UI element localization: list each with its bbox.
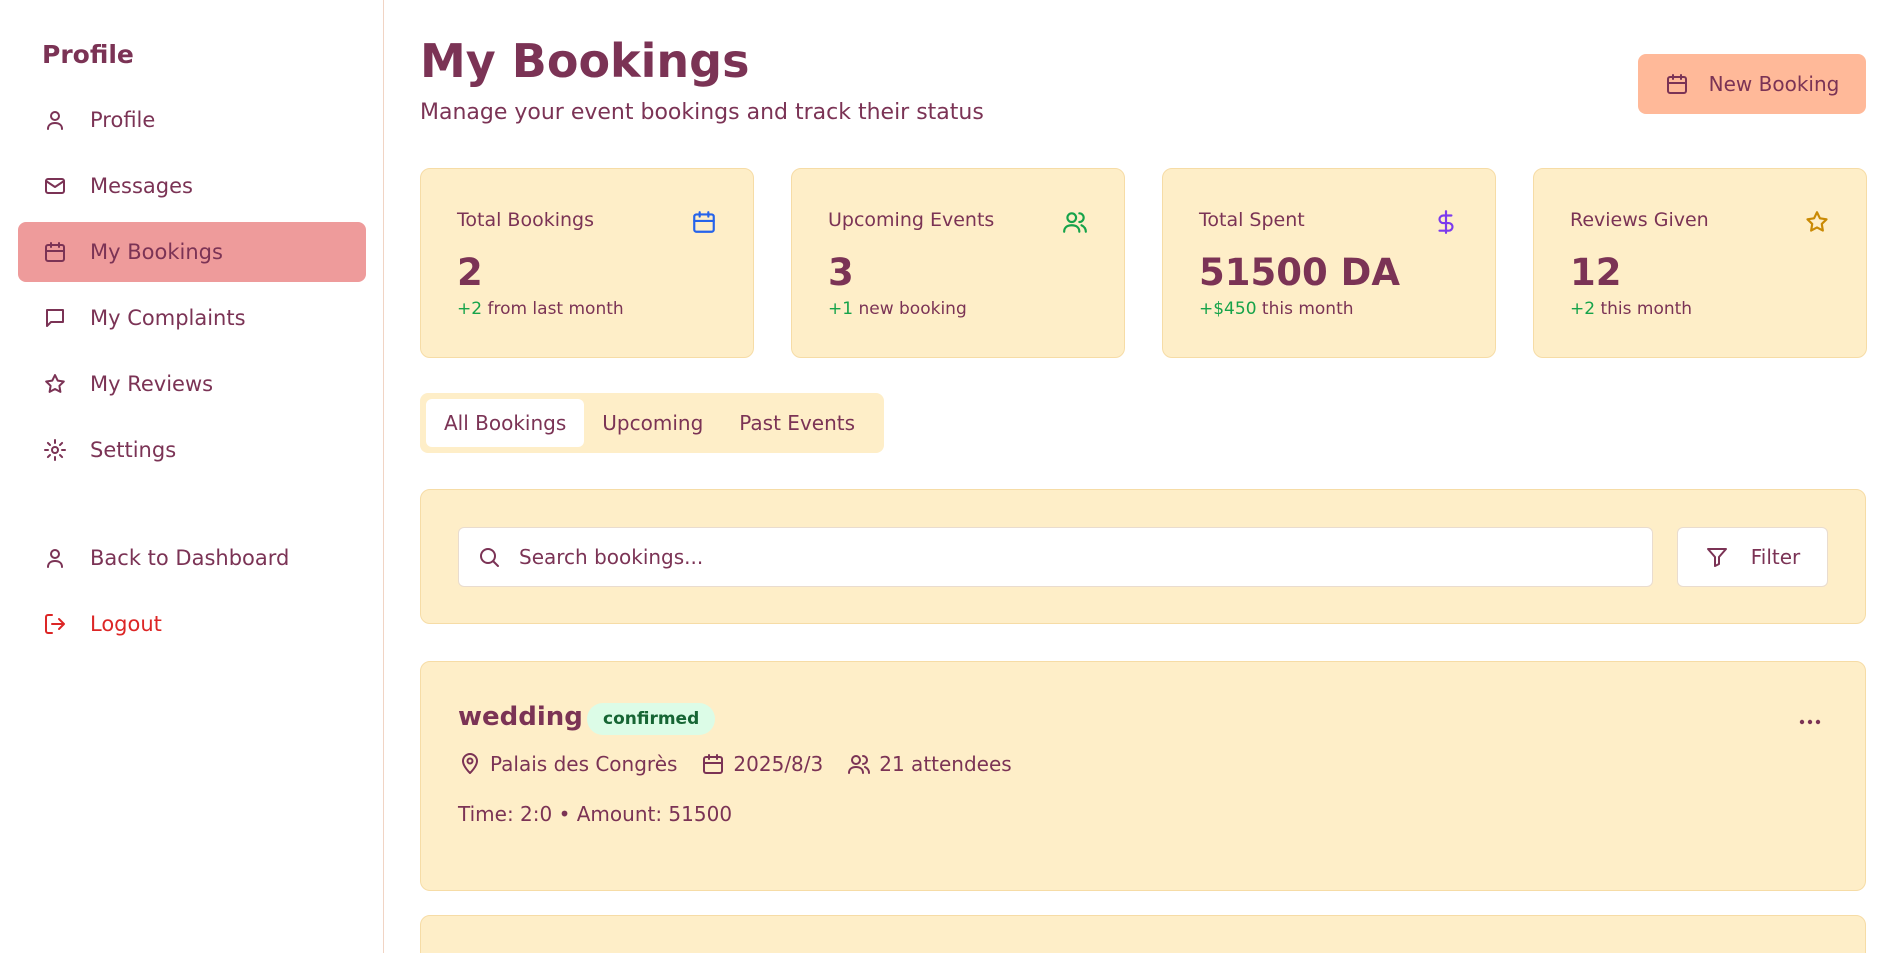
stat-value: 51500 DA: [1199, 251, 1400, 294]
sidebar-item-label: My Reviews: [90, 372, 214, 396]
booking-card[interactable]: wedding confirmed Palais des Congrès 202…: [420, 661, 1866, 891]
logout-label: Logout: [90, 612, 162, 636]
sidebar-item-my-reviews[interactable]: My Reviews: [18, 354, 366, 414]
stat-suffix: this month: [1256, 299, 1354, 319]
stat-label: Upcoming Events: [828, 209, 995, 231]
booking-meta: Palais des Congrès 2025/8/3 21 attendees: [458, 752, 1036, 776]
status-badge: confirmed: [587, 703, 716, 735]
attendees-text: 21 attendees: [879, 752, 1012, 776]
sidebar-item-label: My Complaints: [90, 306, 246, 330]
stat-delta: +$450: [1199, 299, 1257, 319]
sidebar-title: Profile: [42, 40, 134, 69]
stat-card-total-spent: Total Spent 51500 DA +$450 this month: [1162, 168, 1496, 358]
stat-label: Reviews Given: [1570, 209, 1709, 231]
booking-title: wedding: [458, 702, 583, 732]
booking-attendees: 21 attendees: [847, 752, 1012, 776]
booking-date: 2025/8/3: [701, 752, 823, 776]
filter-icon: [1706, 548, 1727, 567]
location-text: Palais des Congrès: [490, 752, 678, 776]
search-panel: Filter: [420, 489, 1866, 624]
new-booking-label: New Booking: [1708, 72, 1840, 96]
logout-button[interactable]: Logout: [18, 594, 366, 654]
search-icon: [480, 548, 499, 567]
tab-upcoming[interactable]: Upcoming: [584, 399, 721, 447]
search-input[interactable]: [519, 545, 1619, 569]
stat-suffix: from last month: [482, 299, 624, 319]
calendar-icon: [703, 754, 724, 774]
filter-label: Filter: [1750, 545, 1801, 569]
sidebar-item-label: My Bookings: [90, 240, 223, 264]
user-icon: [42, 107, 68, 133]
map-pin-icon: [462, 753, 478, 774]
mail-icon: [42, 173, 68, 199]
calendar-icon: [693, 211, 715, 233]
sidebar-item-messages[interactable]: Messages: [18, 156, 366, 216]
user-icon: [42, 545, 68, 571]
gear-icon: [42, 437, 68, 463]
new-booking-button[interactable]: New Booking: [1638, 54, 1866, 114]
main-content: My Bookings Manage your event bookings a…: [384, 0, 1888, 953]
stat-card-reviews-given: Reviews Given 12 +2 this month: [1533, 168, 1867, 358]
stat-delta: +2: [1570, 299, 1596, 319]
sidebar-item-label: Messages: [90, 174, 193, 198]
stat-value: 2: [457, 251, 483, 294]
date-text: 2025/8/3: [733, 752, 824, 776]
stat-card-upcoming-events: Upcoming Events 3 +1 new booking: [791, 168, 1125, 358]
tab-all-bookings[interactable]: All Bookings: [426, 399, 585, 447]
sidebar-item-label: Profile: [90, 108, 156, 132]
message-square-icon: [42, 305, 68, 331]
calendar-icon: [42, 239, 68, 265]
search-box[interactable]: [458, 527, 1653, 587]
booking-location: Palais des Congrès: [458, 752, 677, 776]
sidebar-item-settings[interactable]: Settings: [18, 420, 366, 480]
stat-sub: +2 this month: [1570, 299, 1692, 319]
tab-past-events[interactable]: Past Events: [721, 399, 873, 447]
stat-sub: +1 new booking: [828, 299, 967, 319]
more-options-icon[interactable]: [1797, 714, 1823, 730]
stat-card-total-bookings: Total Bookings 2 +2 from last month: [420, 168, 754, 358]
stat-sub: +2 from last month: [457, 299, 624, 319]
users-icon: [1063, 212, 1087, 233]
stat-label: Total Bookings: [457, 209, 594, 231]
sidebar-item-profile[interactable]: Profile: [18, 90, 366, 150]
booking-tabs: All Bookings Upcoming Past Events: [420, 393, 884, 453]
sidebar: Profile Profile Messages My Bookings My …: [0, 0, 384, 953]
dollar-icon: [1438, 210, 1454, 234]
stat-value: 3: [828, 251, 854, 294]
sidebar-item-label: Settings: [90, 438, 177, 462]
back-to-dashboard-link[interactable]: Back to Dashboard: [18, 528, 366, 588]
stat-suffix: new booking: [853, 299, 967, 319]
page-subtitle: Manage your event bookings and track the…: [420, 100, 984, 125]
sidebar-item-my-complaints[interactable]: My Complaints: [18, 288, 366, 348]
users-icon: [848, 755, 871, 774]
star-icon: [1806, 211, 1828, 232]
booking-details: Time: 2:0 • Amount: 51500: [458, 802, 733, 826]
stat-value: 12: [1570, 251, 1622, 294]
stat-sub: +$450 this month: [1199, 299, 1354, 319]
filter-button[interactable]: Filter: [1677, 527, 1828, 587]
booking-card[interactable]: [420, 915, 1866, 953]
page-title: My Bookings: [420, 34, 750, 88]
stat-delta: +1: [828, 299, 854, 319]
stat-label: Total Spent: [1199, 209, 1305, 231]
stat-delta: +2: [457, 299, 483, 319]
sidebar-item-my-bookings[interactable]: My Bookings: [18, 222, 366, 282]
calendar-icon: [1666, 74, 1687, 94]
stat-suffix: this month: [1595, 299, 1693, 319]
star-icon: [42, 371, 68, 397]
back-to-dashboard-label: Back to Dashboard: [90, 546, 290, 570]
logout-icon: [42, 611, 68, 637]
